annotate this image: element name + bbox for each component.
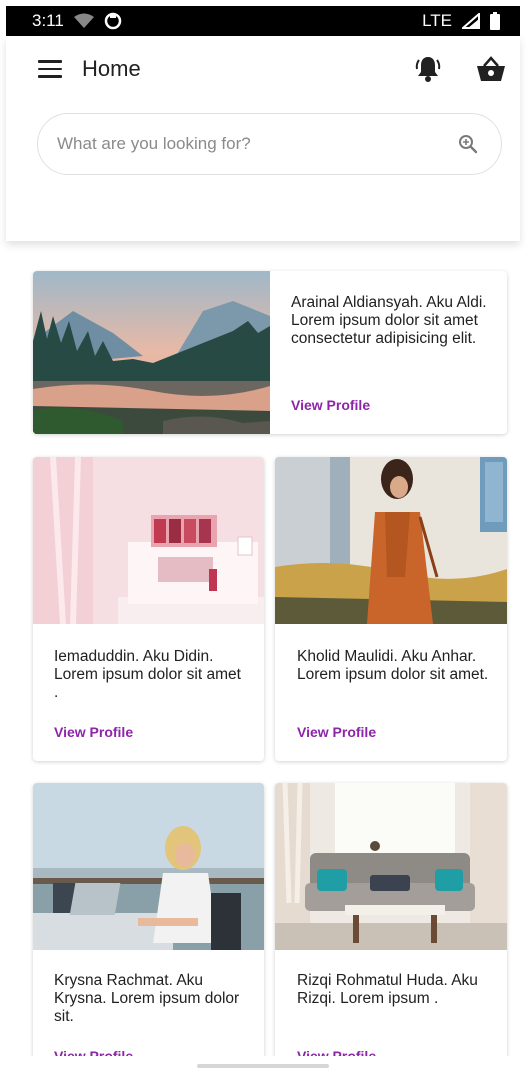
view-profile-link[interactable]: View Profile: [54, 724, 133, 740]
gesture-navigation-bar[interactable]: [197, 1064, 329, 1068]
search-icon[interactable]: [457, 133, 479, 155]
page-title: Home: [82, 56, 141, 81]
data-saver-icon: [104, 12, 122, 30]
battery-icon: [490, 12, 500, 30]
profile-card[interactable]: Arainal Aldiansyah. Aku Aldi. Lorem ipsu…: [33, 271, 507, 434]
profile-card[interactable]: Krysna Rachmat. Aku Krysna. Lorem ipsum …: [33, 783, 264, 1056]
signal-icon: [462, 13, 480, 29]
profile-card-image: [275, 783, 507, 950]
view-profile-link[interactable]: View Profile: [297, 724, 376, 740]
profile-card[interactable]: Kholid Maulidi. Aku Anhar. Lorem ipsum d…: [275, 457, 507, 761]
view-profile-link[interactable]: View Profile: [54, 1048, 133, 1056]
profile-card[interactable]: Rizqi Rohmatul Huda. Aku Rizqi. Lorem ip…: [275, 783, 507, 1056]
profile-card-image: [33, 271, 270, 434]
profile-description: Kholid Maulidi. Aku Anhar. Lorem ipsum d…: [297, 648, 489, 683]
profile-description: Arainal Aldiansyah. Aku Aldi. Lorem ipsu…: [291, 294, 487, 347]
view-profile-link[interactable]: View Profile: [297, 1048, 376, 1056]
profile-description: Iemaduddin. Aku Didin. Lorem ipsum dolor…: [54, 648, 241, 701]
view-profile-link[interactable]: View Profile: [291, 397, 370, 413]
search-input[interactable]: [55, 133, 457, 155]
hamburger-menu-icon[interactable]: [38, 60, 62, 78]
bell-ring-icon[interactable]: [414, 54, 442, 84]
status-time: 3:11: [32, 11, 64, 30]
profile-description: Rizqi Rohmatul Huda. Aku Rizqi. Lorem ip…: [297, 972, 478, 1007]
profile-card[interactable]: Iemaduddin. Aku Didin. Lorem ipsum dolor…: [33, 457, 264, 761]
profile-card-image: [33, 783, 264, 950]
network-type: LTE: [422, 11, 452, 30]
status-bar: 3:11 LTE: [6, 6, 520, 36]
basket-icon[interactable]: [476, 56, 506, 82]
search-bar[interactable]: [37, 113, 502, 175]
app-bar: Home: [6, 36, 520, 241]
profile-card-image: [33, 457, 264, 624]
profile-card-image: [275, 457, 507, 624]
wifi-icon: [73, 13, 94, 28]
profile-feed: Arainal Aldiansyah. Aku Aldi. Lorem ipsu…: [0, 241, 526, 1056]
profile-description: Krysna Rachmat. Aku Krysna. Lorem ipsum …: [54, 972, 240, 1025]
